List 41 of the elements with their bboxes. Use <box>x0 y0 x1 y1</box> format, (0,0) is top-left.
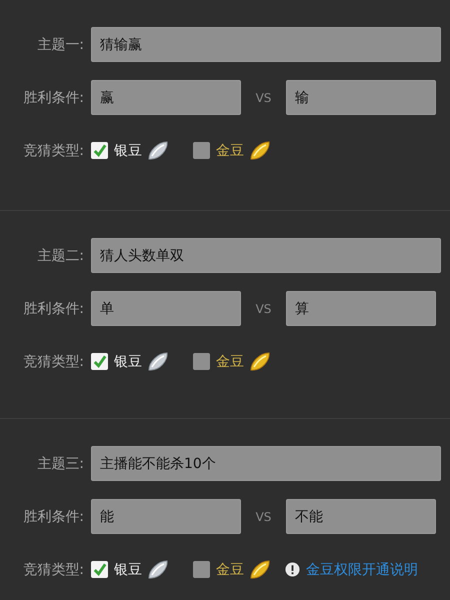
bean-icon <box>248 558 272 582</box>
condition-field[interactable]: 能 <box>91 499 241 534</box>
condition-field[interactable]: 不能 <box>286 499 436 534</box>
checkbox-label: 金豆 <box>216 560 244 578</box>
field-label: 竞猜类型: <box>22 142 84 160</box>
versus-label: VS <box>254 510 272 524</box>
alert-icon <box>285 562 300 577</box>
field-label: 主题三: <box>36 454 84 472</box>
checkbox[interactable] <box>193 353 210 370</box>
condition-field[interactable]: 输 <box>286 80 436 115</box>
checkbox-label: 银豆 <box>114 560 142 578</box>
help-link[interactable]: 金豆权限开通说明 <box>306 560 418 578</box>
condition-field[interactable]: 算 <box>286 291 436 326</box>
bean-icon <box>146 350 170 374</box>
field-label: 竞猜类型: <box>22 560 84 578</box>
checkbox-label: 金豆 <box>216 352 244 370</box>
checkbox[interactable] <box>91 561 108 578</box>
checkbox[interactable] <box>193 142 210 159</box>
field-label: 主题一: <box>36 36 84 54</box>
topic-field[interactable]: 猜人头数单双 <box>91 238 441 273</box>
topic-field[interactable]: 主播能不能杀10个 <box>91 446 441 481</box>
checkbox[interactable] <box>91 142 108 159</box>
checkbox-label: 银豆 <box>114 142 142 160</box>
bean-icon <box>248 138 272 162</box>
condition-field[interactable]: 赢 <box>91 80 241 115</box>
versus-label: VS <box>254 90 272 104</box>
condition-field[interactable]: 单 <box>91 291 241 326</box>
field-label: 胜利条件: <box>22 300 84 318</box>
checkbox-label: 金豆 <box>216 142 244 160</box>
topic-field[interactable]: 猜输赢 <box>91 27 441 62</box>
field-label: 竞猜类型: <box>22 352 84 370</box>
checkbox-label: 银豆 <box>114 352 142 370</box>
bean-icon <box>146 558 170 582</box>
field-label: 胜利条件: <box>22 88 84 106</box>
checkbox[interactable] <box>193 561 210 578</box>
field-label: 主题二: <box>36 246 84 264</box>
field-label: 胜利条件: <box>22 508 84 526</box>
bean-icon <box>248 350 272 374</box>
bean-icon <box>146 138 170 162</box>
checkbox[interactable] <box>91 353 108 370</box>
versus-label: VS <box>254 302 272 316</box>
